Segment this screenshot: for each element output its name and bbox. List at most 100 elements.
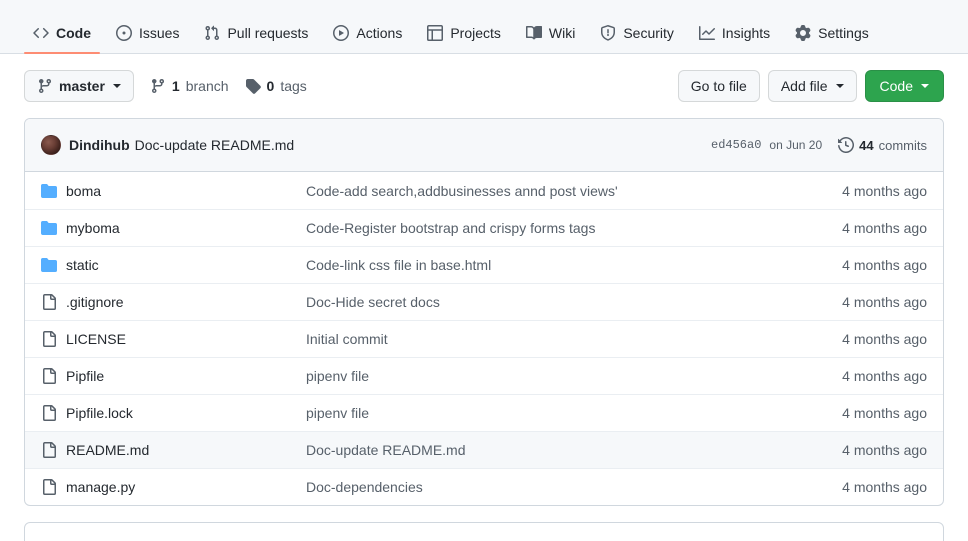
folder-icon (41, 183, 57, 199)
add-file-button[interactable]: Add file (768, 70, 857, 102)
file-commit-age: 4 months ago (797, 331, 927, 347)
table-row[interactable]: Pipfilepipenv file4 months ago (25, 357, 943, 394)
table-row[interactable]: manage.pyDoc-dependencies4 months ago (25, 468, 943, 505)
commit-message[interactable]: Doc-update README.md (135, 137, 295, 153)
file-name[interactable]: Pipfile.lock (66, 405, 306, 421)
chevron-down-icon (836, 84, 844, 88)
table-row[interactable]: LICENSEInitial commit4 months ago (25, 320, 943, 357)
file-commit-age: 4 months ago (797, 257, 927, 273)
file-name[interactable]: README.md (66, 442, 306, 458)
tab-pull-requests-label: Pull requests (227, 26, 308, 40)
table-icon (427, 25, 443, 41)
issue-opened-icon (116, 25, 132, 41)
file-name[interactable]: static (66, 257, 306, 273)
file-commit-message[interactable]: Code-Register bootstrap and crispy forms… (306, 220, 797, 236)
file-toolbar: master 1 branch 0 tags Go to file (24, 70, 944, 102)
graph-icon (699, 25, 715, 41)
folder-icon (41, 220, 57, 236)
file-icon (41, 294, 57, 310)
file-icon (41, 442, 57, 458)
branches-label: branch (186, 78, 229, 94)
history-icon (838, 137, 854, 153)
file-commit-message[interactable]: Doc-update README.md (306, 442, 797, 458)
file-name[interactable]: manage.py (66, 479, 306, 495)
file-name[interactable]: LICENSE (66, 331, 306, 347)
tab-projects[interactable]: Projects (418, 25, 510, 53)
file-name[interactable]: myboma (66, 220, 306, 236)
readme-preview-box (24, 522, 944, 541)
commit-sha[interactable]: ed456a0 (711, 138, 761, 152)
code-button[interactable]: Code (865, 70, 944, 102)
tab-security[interactable]: Security (591, 25, 683, 53)
tags-label: tags (280, 78, 306, 94)
table-row[interactable]: .gitignoreDoc-Hide secret docs4 months a… (25, 283, 943, 320)
chevron-down-icon (113, 84, 121, 88)
branches-link[interactable]: 1 branch (150, 78, 229, 94)
tab-wiki[interactable]: Wiki (517, 25, 584, 53)
table-row[interactable]: README.mdDoc-update README.md4 months ag… (25, 431, 943, 468)
branch-selector[interactable]: master (24, 70, 134, 102)
git-branch-icon (37, 78, 53, 94)
table-row[interactable]: Pipfile.lockpipenv file4 months ago (25, 394, 943, 431)
tab-code[interactable]: Code (24, 25, 100, 53)
git-branch-icon (150, 78, 166, 94)
avatar (41, 135, 61, 155)
commit-author[interactable]: Dindihub (69, 137, 130, 153)
tab-issues[interactable]: Issues (107, 25, 188, 53)
file-commit-age: 4 months ago (797, 294, 927, 310)
tab-issues-label: Issues (139, 26, 179, 40)
file-icon (41, 405, 57, 421)
file-icon (41, 368, 57, 384)
branch-selector-label: master (59, 78, 105, 94)
file-commit-message[interactable]: Doc-dependencies (306, 479, 797, 495)
file-commit-age: 4 months ago (797, 183, 927, 199)
tab-pull-requests[interactable]: Pull requests (195, 25, 317, 53)
file-commit-message[interactable]: Doc-Hide secret docs (306, 294, 797, 310)
commit-date: on Jun 20 (769, 138, 822, 152)
tags-link[interactable]: 0 tags (245, 78, 307, 94)
file-icon (41, 331, 57, 347)
file-commit-age: 4 months ago (797, 220, 927, 236)
gear-icon (795, 25, 811, 41)
file-commit-message[interactable]: Code-add search,addbusinesses annd post … (306, 183, 797, 199)
file-commit-age: 4 months ago (797, 442, 927, 458)
shield-icon (600, 25, 616, 41)
branches-count: 1 (172, 78, 180, 94)
repository-nav: Code Issues Pull requests Actions Projec… (0, 0, 968, 54)
commits-count-link[interactable]: 44 commits (838, 137, 927, 153)
chevron-down-icon (921, 84, 929, 88)
file-commit-message[interactable]: pipenv file (306, 368, 797, 384)
tags-count: 0 (267, 78, 275, 94)
code-button-label: Code (880, 78, 913, 94)
commits-count-label: commits (879, 138, 927, 153)
file-name[interactable]: Pipfile (66, 368, 306, 384)
table-row[interactable]: bomaCode-add search,addbusinesses annd p… (25, 172, 943, 209)
file-commit-message[interactable]: Code-link css file in base.html (306, 257, 797, 273)
file-commit-message[interactable]: pipenv file (306, 405, 797, 421)
table-row[interactable]: mybomaCode-Register bootstrap and crispy… (25, 209, 943, 246)
tab-settings[interactable]: Settings (786, 25, 878, 53)
file-name[interactable]: boma (66, 183, 306, 199)
code-icon (33, 25, 49, 41)
file-listing: Dindihub Doc-update README.md ed456a0 on… (24, 118, 944, 506)
file-name[interactable]: .gitignore (66, 294, 306, 310)
tab-insights-label: Insights (722, 26, 770, 40)
tab-actions[interactable]: Actions (324, 25, 411, 53)
tag-icon (245, 78, 261, 94)
go-to-file-button[interactable]: Go to file (678, 70, 760, 102)
file-icon (41, 479, 57, 495)
file-commit-age: 4 months ago (797, 405, 927, 421)
play-icon (333, 25, 349, 41)
file-rows: bomaCode-add search,addbusinesses annd p… (25, 172, 943, 505)
file-commit-message[interactable]: Initial commit (306, 331, 797, 347)
table-row[interactable]: staticCode-link css file in base.html4 m… (25, 246, 943, 283)
file-commit-age: 4 months ago (797, 368, 927, 384)
tab-insights[interactable]: Insights (690, 25, 779, 53)
commit-meta: ed456a0 on Jun 20 44 commits (711, 137, 927, 153)
go-to-file-label: Go to file (691, 78, 747, 94)
tab-wiki-label: Wiki (549, 26, 575, 40)
add-file-label: Add file (781, 78, 828, 94)
repository-content: master 1 branch 0 tags Go to file (0, 54, 968, 541)
commits-count-value: 44 (859, 138, 873, 153)
tab-security-label: Security (623, 26, 674, 40)
